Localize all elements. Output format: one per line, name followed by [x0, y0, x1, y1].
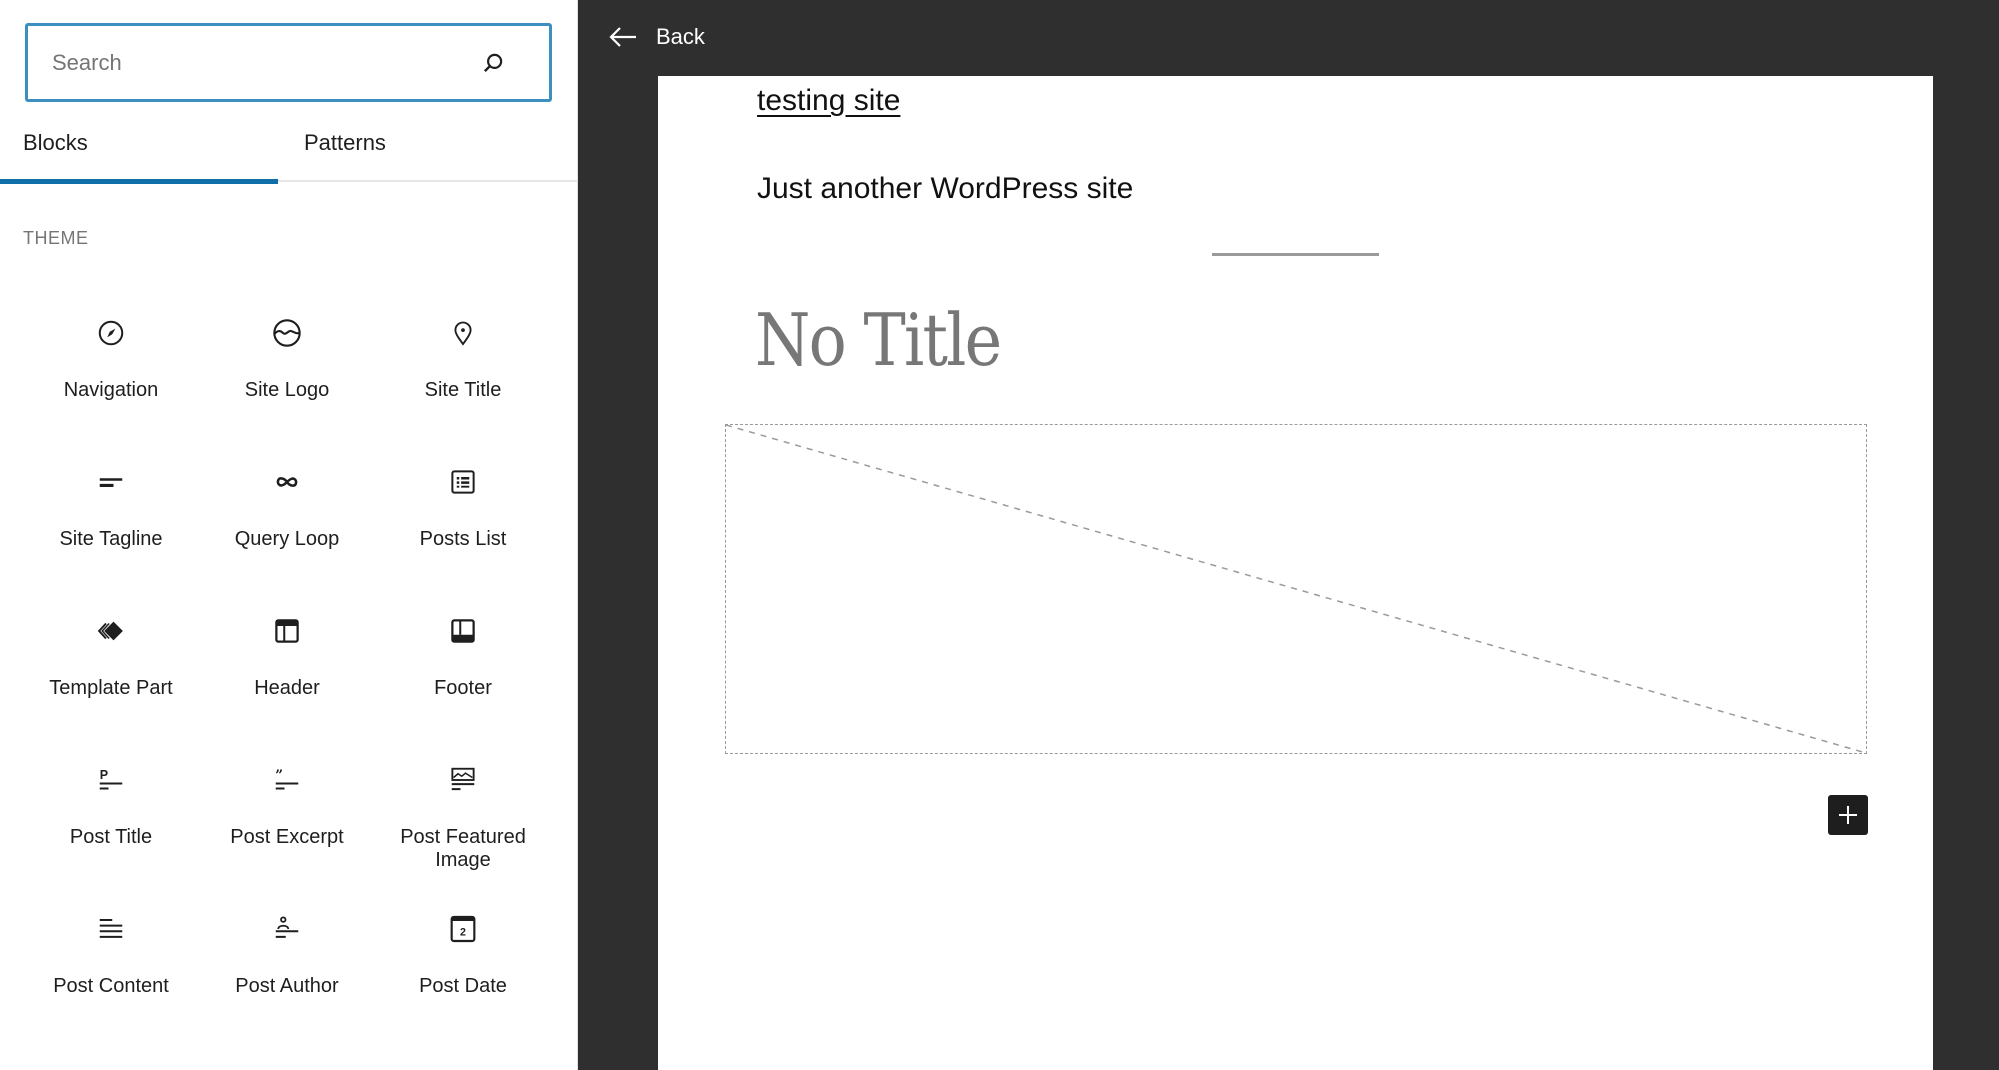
- svg-text:2: 2: [460, 927, 466, 939]
- editor-area: Back testing site Just another WordPress…: [578, 0, 1999, 1070]
- block-label: Site Title: [424, 379, 502, 401]
- block-label: Post Author: [235, 975, 339, 997]
- block-label: Post Title: [69, 826, 153, 848]
- post-excerpt-icon: ”: [269, 762, 305, 798]
- block-item-site-title[interactable]: Site Title: [375, 290, 551, 439]
- block-label: Post Excerpt: [230, 826, 344, 848]
- tab-patterns[interactable]: Patterns: [278, 112, 556, 182]
- separator-block[interactable]: [1212, 253, 1379, 256]
- post-featured-image-icon: [445, 762, 481, 798]
- svg-text:P: P: [100, 768, 108, 782]
- block-item-site-tagline[interactable]: Site Tagline: [23, 439, 199, 588]
- block-item-post-date[interactable]: 2 Post Date: [375, 886, 551, 1035]
- block-item-post-title[interactable]: P Post Title: [23, 737, 199, 886]
- block-label: Posts List: [419, 528, 507, 550]
- featured-image-placeholder[interactable]: [725, 424, 1867, 754]
- inserter-tabs: Blocks Patterns: [0, 112, 577, 184]
- block-label: Template Part: [49, 677, 173, 699]
- block-inserter-sidebar: Blocks Patterns THEME Navigation Site Lo…: [0, 0, 578, 1070]
- block-item-posts-list[interactable]: Posts List: [375, 439, 551, 588]
- navigation-icon: [93, 315, 129, 351]
- posts-list-icon: [445, 464, 481, 500]
- category-heading: THEME: [23, 228, 89, 248]
- search-input[interactable]: [52, 49, 479, 76]
- site-logo-icon: [269, 315, 305, 351]
- back-button[interactable]: Back: [608, 22, 705, 52]
- block-item-navigation[interactable]: Navigation: [23, 290, 199, 439]
- block-item-site-logo[interactable]: Site Logo: [199, 290, 375, 439]
- site-tagline-block[interactable]: Just another WordPress site: [757, 172, 1133, 206]
- svg-text:”: ”: [275, 768, 283, 784]
- block-label: Post Content: [53, 975, 169, 997]
- tab-blocks[interactable]: Blocks: [0, 112, 278, 184]
- footer-icon: [445, 613, 481, 649]
- search-field[interactable]: [25, 23, 552, 102]
- block-label: Header: [254, 677, 320, 699]
- block-inserter-button[interactable]: [1828, 795, 1868, 835]
- block-item-post-featured-image[interactable]: Post Featured Image: [375, 737, 551, 886]
- editor-canvas[interactable]: testing site Just another WordPress site…: [658, 76, 1933, 1070]
- post-date-icon: 2: [445, 911, 481, 947]
- map-marker-icon: [445, 315, 481, 351]
- block-label: Post Date: [419, 975, 507, 997]
- header-icon: [269, 613, 305, 649]
- block-item-template-part[interactable]: Template Part: [23, 588, 199, 737]
- block-label: Query Loop: [234, 528, 340, 550]
- block-item-post-content[interactable]: Post Content: [23, 886, 199, 1035]
- search-icon[interactable]: [479, 49, 507, 77]
- loop-icon: [269, 464, 305, 500]
- arrow-left-icon: [608, 22, 638, 52]
- block-item-header[interactable]: Header: [199, 588, 375, 737]
- block-item-post-excerpt[interactable]: ” Post Excerpt: [199, 737, 375, 886]
- block-label: Footer: [434, 677, 492, 699]
- site-title-block[interactable]: testing site: [757, 84, 900, 118]
- block-list: Navigation Site Logo Site Title Site Tag…: [23, 290, 551, 1035]
- plus-icon: [1839, 806, 1857, 824]
- block-label: Post Featured Image: [400, 826, 526, 871]
- site-tagline-icon: [93, 464, 129, 500]
- block-label: Navigation: [63, 379, 159, 401]
- block-item-post-author[interactable]: Post Author: [199, 886, 375, 1035]
- post-content-icon: [93, 911, 129, 947]
- post-author-icon: [269, 911, 305, 947]
- block-label: Site Logo: [244, 379, 330, 401]
- template-part-icon: [93, 613, 129, 649]
- block-item-query-loop[interactable]: Query Loop: [199, 439, 375, 588]
- block-label: Site Tagline: [59, 528, 163, 550]
- post-title-icon: P: [93, 762, 129, 798]
- placeholder-diagonal: [726, 425, 1866, 753]
- block-item-footer[interactable]: Footer: [375, 588, 551, 737]
- back-label: Back: [656, 24, 705, 49]
- post-title-block[interactable]: No Title: [755, 298, 1002, 382]
